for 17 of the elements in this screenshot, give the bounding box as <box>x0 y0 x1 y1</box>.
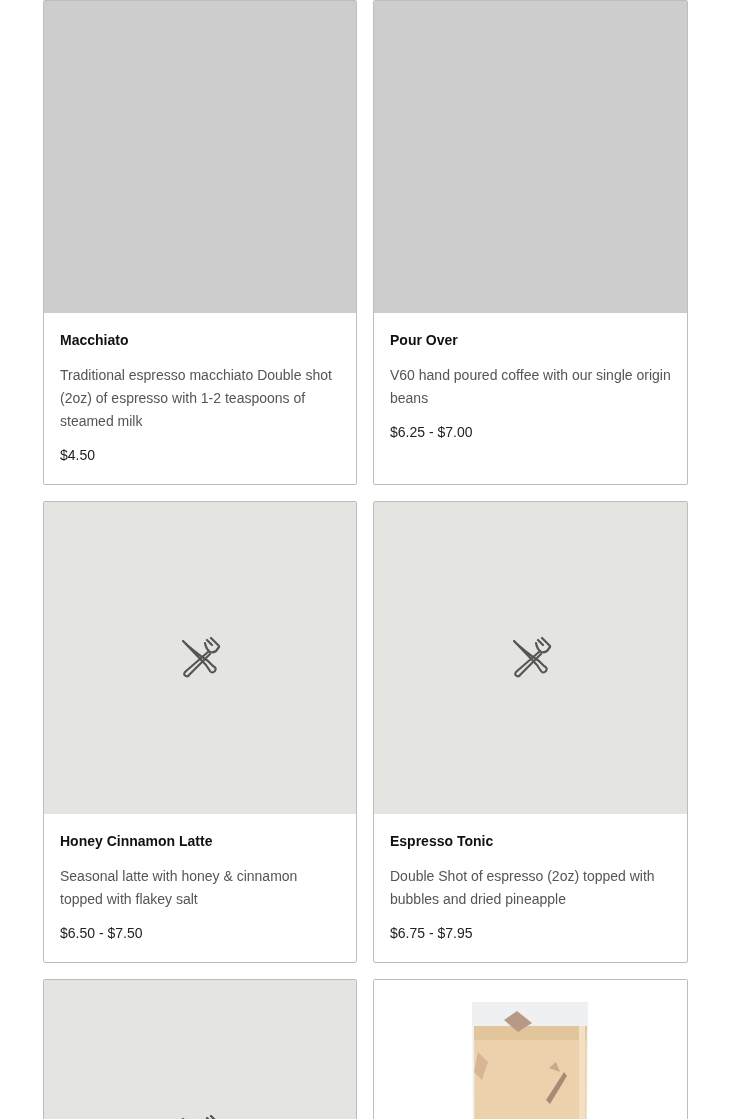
item-description: V60 hand poured coffee with our single origin beans <box>390 366 671 408</box>
item-name: Espresso Tonic <box>390 833 495 849</box>
item-name: Macchiato <box>60 332 130 348</box>
menu-card[interactable]: Espresso Tonic Double Shot of espresso (2oz) topped with bubbles and dried pineapple $6.75 - $7.95 <box>373 501 688 963</box>
item-price: $6.25 - $7.00 <box>390 424 474 440</box>
utensils-icon <box>179 637 221 679</box>
menu-card[interactable]: Pour Over V60 hand poured coffee with our single origin beans $6.25 - $7.00 <box>373 0 688 485</box>
item-description: Double Shot of espresso (2oz) topped with bubbles and dried pineapple <box>390 867 656 909</box>
item-name: Honey Cinnamon Latte <box>60 833 214 849</box>
item-price: $6.75 - $7.95 <box>390 925 474 941</box>
item-price: $4.50 <box>60 447 97 463</box>
item-description: Traditional espresso macchiato Double shot (2oz) of espresso with 1-2 teaspoons of steamed milk <box>60 366 333 431</box>
menu-card[interactable]: Macchiato Traditional espresso macchiato Double shot (2oz) of espresso with 1-2 teaspoons of steamed milk $4.50 <box>43 0 357 485</box>
item-name: Pour Over <box>390 332 459 348</box>
menu-card[interactable]: Honey Cinnamon Latte Seasonal latte with honey & cinnamon topped with flakey salt $6.50 - $7.50 <box>43 501 357 963</box>
item-price: $6.50 - $7.50 <box>60 925 144 941</box>
item-description: Seasonal latte with honey & cinnamon topped with flakey salt <box>60 867 299 909</box>
